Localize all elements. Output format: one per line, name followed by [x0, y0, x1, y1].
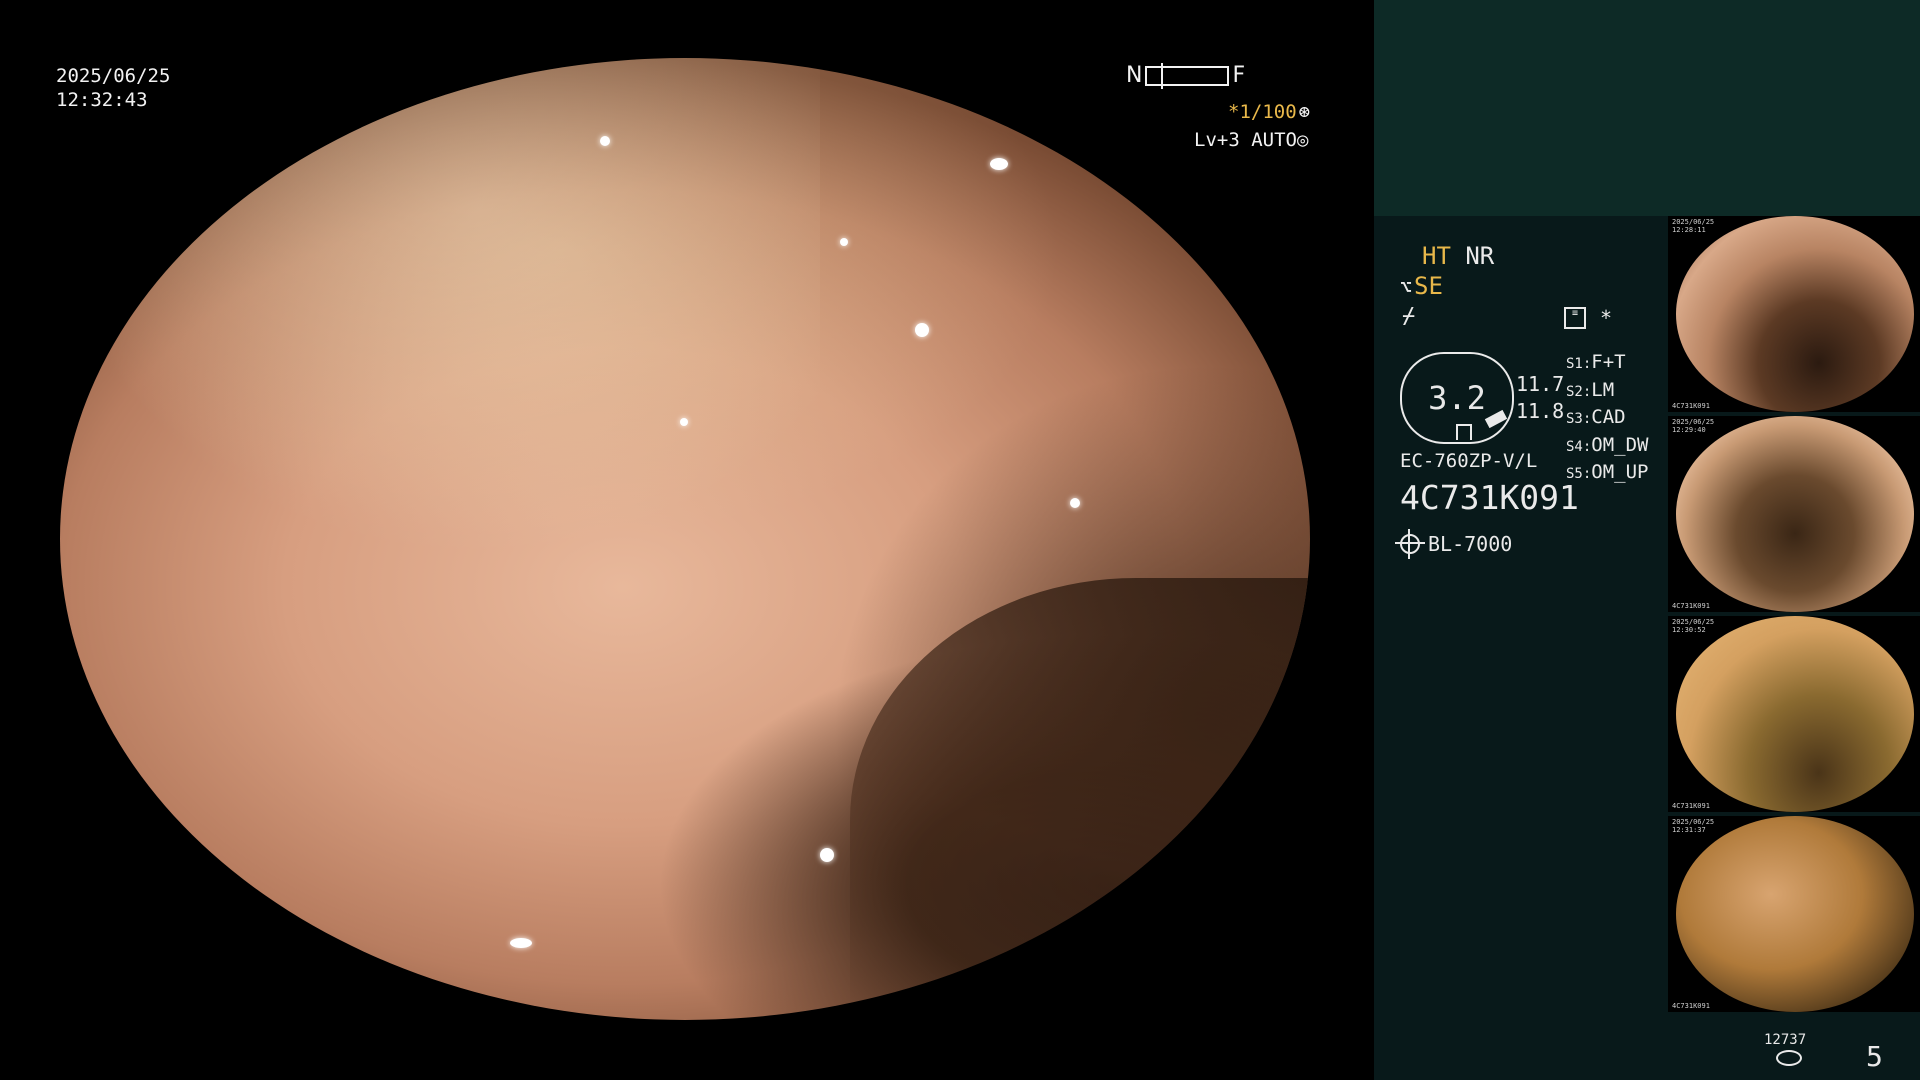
brightness-level: Lv+3 AUTO◎ — [1194, 128, 1308, 152]
light-glint — [840, 238, 848, 246]
thumbnail-timestamp: 2025/06/25 12:30:52 — [1672, 618, 1715, 634]
preset-item: S2:LM — [1566, 378, 1615, 401]
captured-thumbnails: 2025/06/25 12:28:11 4C731K091 2025/06/25… — [1668, 216, 1920, 1016]
light-glint — [915, 323, 929, 337]
thumbnail-image — [1676, 416, 1914, 612]
disk-icon — [1776, 1050, 1802, 1066]
thumbnail[interactable]: 2025/06/25 12:31:37 4C731K091 — [1668, 816, 1920, 1012]
record-icon: ≡ — [1564, 307, 1586, 329]
light-source-icon — [1395, 529, 1425, 559]
preset-item: S3:CAD — [1566, 406, 1626, 428]
scope-serial: 4C731K091 — [1400, 478, 1579, 517]
aperture-icon: ⊛ — [1298, 101, 1311, 123]
time-text: 12:32:43 — [56, 89, 148, 111]
zoom-value: 3.2 — [1428, 379, 1486, 417]
ht-label: HT — [1422, 242, 1451, 270]
mucosal-fold-shadow — [850, 578, 1310, 1018]
panel-header-area — [1374, 0, 1920, 216]
structure-enhance-icon: ⌥ — [1400, 275, 1413, 299]
near-far-indicator: N F — [1126, 62, 1246, 89]
preset-item: S1:F+T — [1566, 351, 1626, 373]
near-far-track — [1145, 62, 1230, 89]
thumbnail-timestamp: 2025/06/25 12:29:40 — [1672, 418, 1715, 434]
thumbnail-image — [1676, 616, 1914, 812]
near-label: N — [1126, 63, 1143, 88]
enhancement-mode: HT NR — [1422, 242, 1494, 270]
thumbnail-image — [1676, 816, 1914, 1012]
thumbnail-timestamp: 2025/06/25 12:28:11 — [1672, 218, 1715, 234]
iris-icon: ◎ — [1296, 129, 1309, 151]
thumbnail[interactable]: 2025/06/25 12:29:40 4C731K091 — [1668, 416, 1920, 612]
light-glint — [680, 418, 688, 426]
level-value: Lv+3 — [1194, 129, 1240, 151]
image-count: 12737 — [1764, 1032, 1807, 1048]
freeze-icon: ⌿ — [1402, 304, 1416, 329]
thumbnail-timestamp: 2025/06/25 12:31:37 — [1672, 818, 1715, 834]
record-star: * — [1600, 306, 1613, 330]
light-glint — [1070, 498, 1080, 508]
light-glint — [510, 938, 532, 948]
record-status: ≡ * — [1564, 306, 1612, 330]
light-glint — [990, 158, 1008, 170]
structure-enhance: ⌥SE — [1400, 272, 1443, 300]
endoscope-live-view — [60, 58, 1310, 1020]
light-glint — [600, 136, 610, 146]
reading-value-1: 11.7 — [1516, 372, 1565, 396]
thumbnail-serial: 4C731K091 — [1672, 1002, 1710, 1010]
near-far-marker — [1161, 62, 1164, 89]
preset-list: S1:F+T S2:LM S3:CAD S4:OM_DW S5:OM_UP — [1566, 350, 1649, 488]
thumbnail-serial: 4C731K091 — [1672, 802, 1710, 810]
light-source: BL-7000 — [1395, 529, 1513, 559]
se-label: SE — [1414, 272, 1443, 300]
scope-model: EC-760ZP-V/L — [1400, 450, 1538, 472]
light-source-label: BL-7000 — [1428, 532, 1513, 556]
bubble-reflection — [60, 58, 820, 558]
shutter-value: *1/100 — [1228, 101, 1297, 123]
thumbnail-serial: 4C731K091 — [1672, 602, 1710, 610]
zoom-tick-mark — [1456, 424, 1472, 440]
far-label: F — [1232, 63, 1246, 88]
thumbnail[interactable]: 2025/06/25 12:30:52 4C731K091 — [1668, 616, 1920, 812]
thumbnail-image — [1676, 216, 1914, 412]
iris-mode: AUTO — [1251, 129, 1297, 151]
preset-item: S4:OM_DW — [1566, 433, 1649, 456]
date-text: 2025/06/25 — [56, 65, 171, 87]
nr-label: NR — [1465, 242, 1495, 270]
reading-value-2: 11.8 — [1516, 399, 1565, 423]
page-number: 5 — [1866, 1040, 1883, 1073]
thumbnail[interactable]: 2025/06/25 12:28:11 4C731K091 — [1668, 216, 1920, 412]
shutter-speed: *1/100 ⊛ — [1228, 100, 1310, 124]
light-glint — [820, 848, 834, 862]
thumbnail-serial: 4C731K091 — [1672, 402, 1710, 410]
